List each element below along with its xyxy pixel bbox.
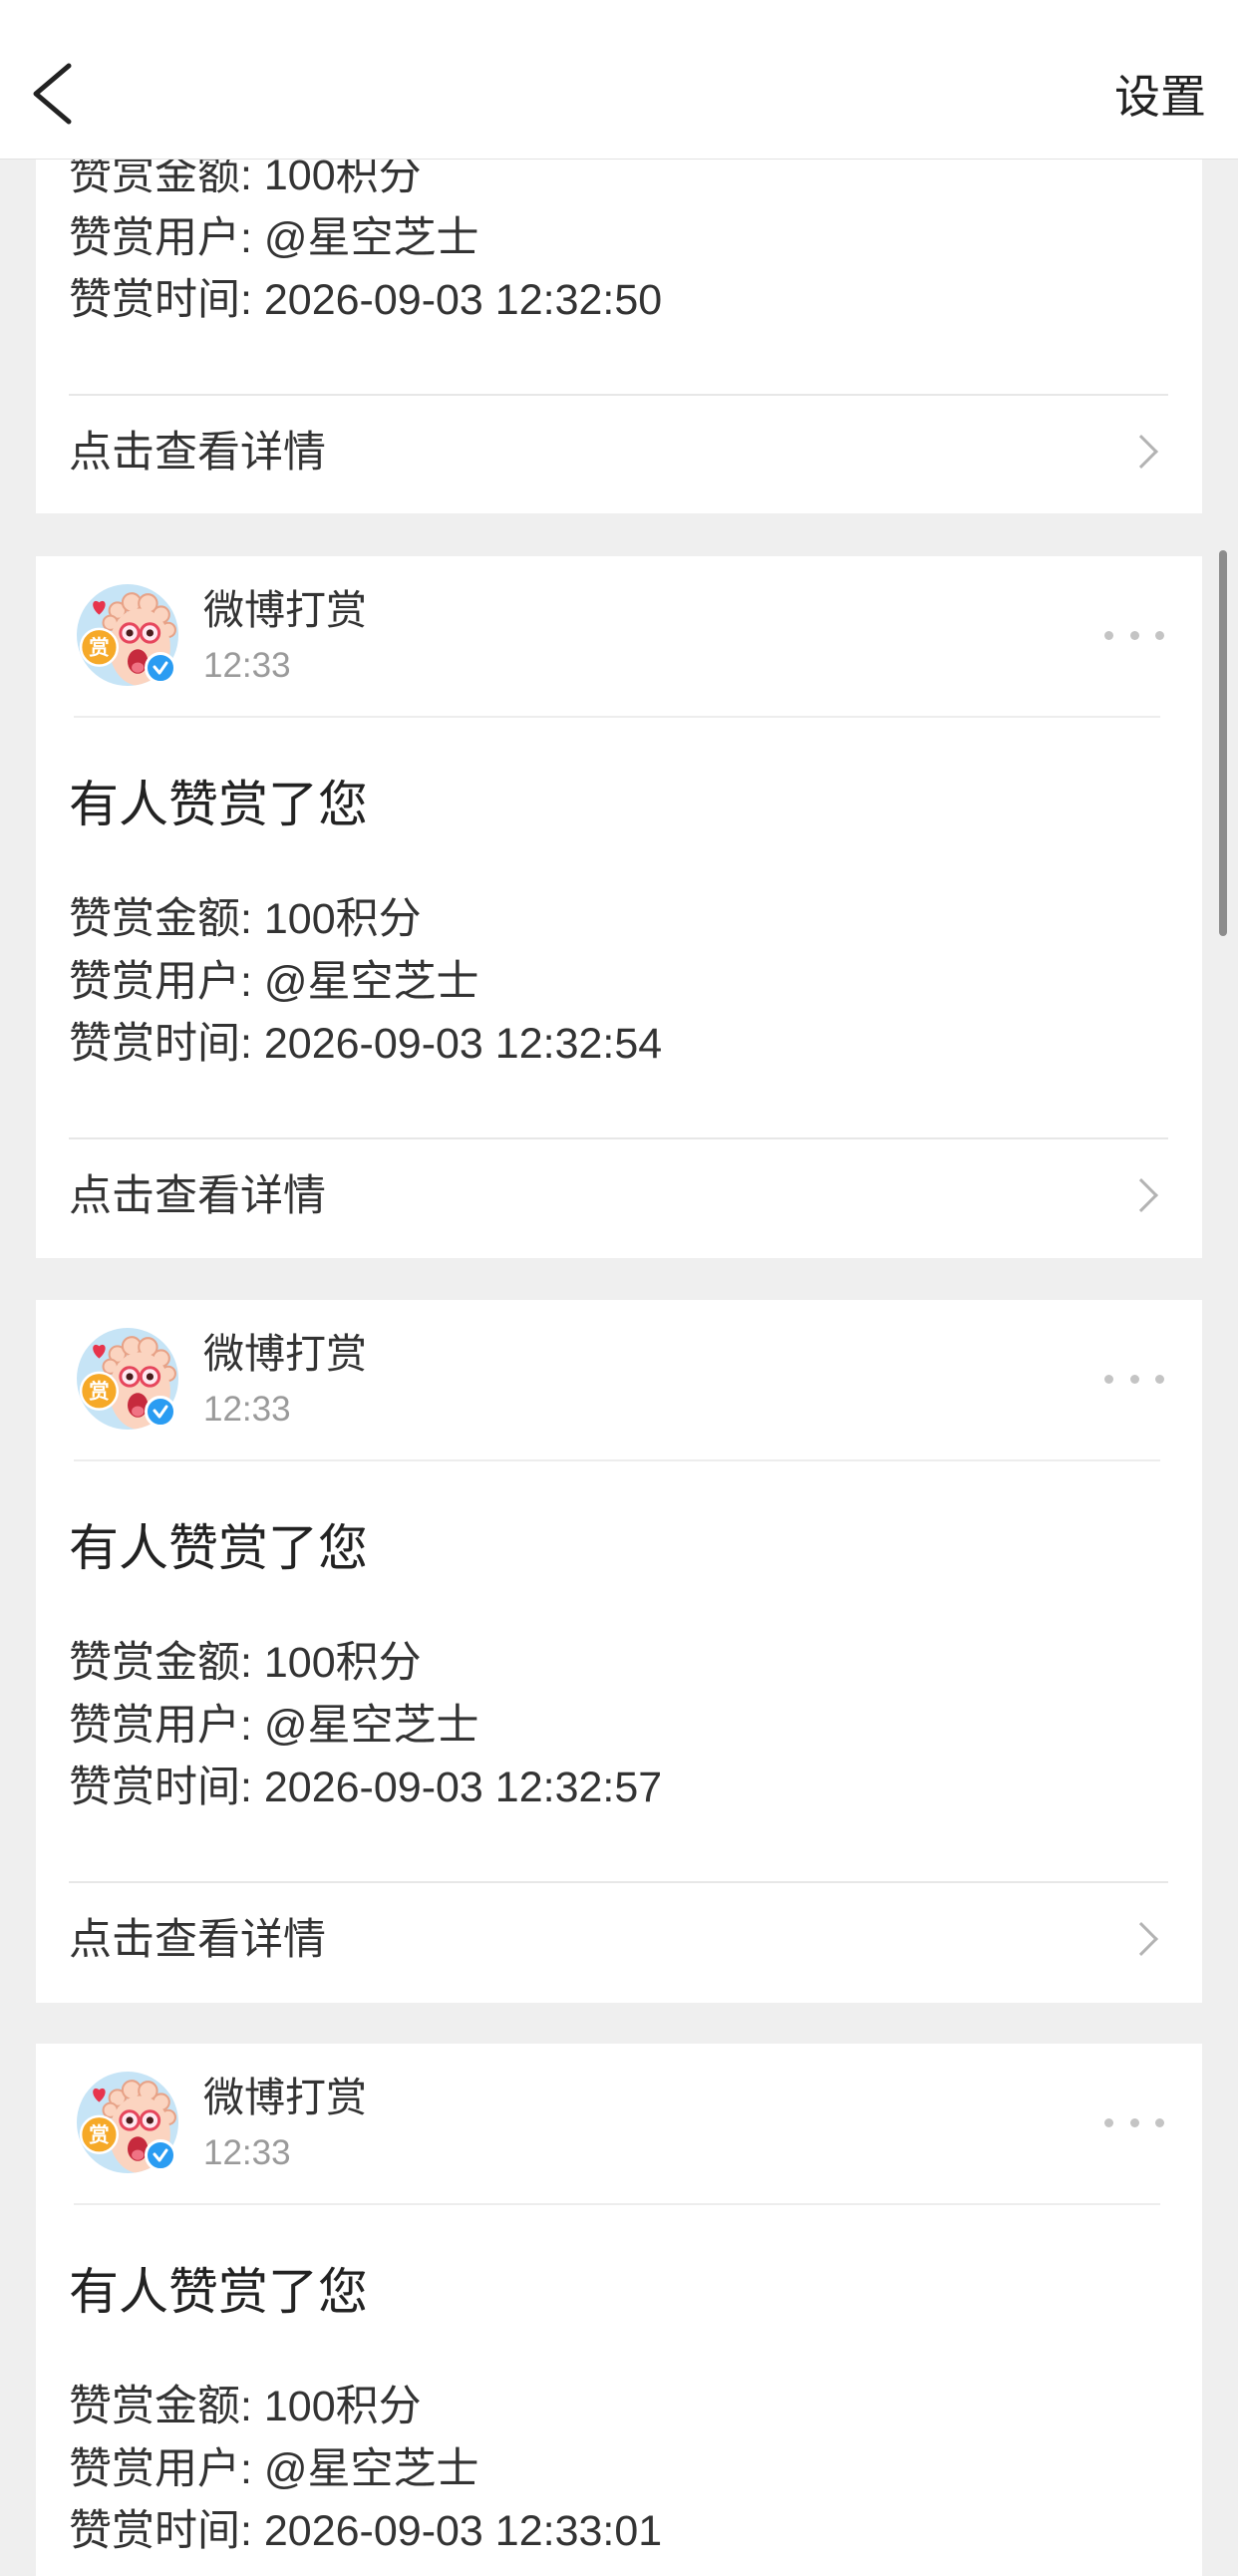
reward-amount: 赞赏金额: 100积分 xyxy=(69,2383,422,2430)
message-card: 赞赏金额: 100积分 赞赏用户: @星空芝士 赞赏时间: 2026-09-03… xyxy=(36,160,1202,513)
message-time: 12:33 xyxy=(203,2133,291,2172)
sender-row: 赏 微博打赏 12:33 xyxy=(36,556,1202,716)
view-details-row[interactable]: 点击查看详情 xyxy=(36,396,1202,513)
message-card: 赏 微博打赏 12:33 有人赞赏了您 赞赏金额: 100积分 赞赏用户: @星… xyxy=(36,1300,1202,2003)
message-time: 12:33 xyxy=(203,646,291,685)
reward-amount: 赞赏金额: 100积分 xyxy=(69,1639,422,1687)
view-details-label: 点击查看详情 xyxy=(69,1172,326,1220)
verified-icon xyxy=(145,2139,176,2171)
reward-user: 赞赏用户: @星空芝士 xyxy=(69,2445,479,2493)
reward-user: 赞赏用户: @星空芝士 xyxy=(69,1702,479,1750)
nav-bar: 设置 xyxy=(0,0,1238,160)
sender-name[interactable]: 微博打赏 xyxy=(203,2070,367,2125)
message-time: 12:33 xyxy=(203,1390,291,1429)
verified-icon xyxy=(145,652,176,684)
divider xyxy=(74,2203,1160,2205)
reward-user: 赞赏用户: @星空芝士 xyxy=(69,214,479,262)
reward-badge-label: 赏 xyxy=(89,635,109,659)
reward-badge-label: 赏 xyxy=(89,1379,109,1403)
more-dots-icon[interactable] xyxy=(1104,2116,1164,2129)
reward-time: 赞赏时间: 2026-09-03 12:33:01 xyxy=(69,2507,663,2555)
chevron-right-icon xyxy=(1124,1922,1158,1956)
reward-amount: 赞赏金额: 100积分 xyxy=(69,895,422,943)
sender-row: 赏 微博打赏 12:33 xyxy=(36,1300,1202,1459)
chevron-right-icon xyxy=(1124,1178,1158,1212)
divider xyxy=(74,1459,1160,1461)
reward-user: 赞赏用户: @星空芝士 xyxy=(69,958,479,1006)
message-title: 有人赞赏了您 xyxy=(69,777,368,832)
scrollbar-thumb[interactable] xyxy=(1219,550,1227,936)
message-card: 赏 微博打赏 12:33 有人赞赏了您 赞赏金额: 100积分 赞赏用户: @星… xyxy=(36,556,1202,1258)
sender-name[interactable]: 微博打赏 xyxy=(203,1326,367,1382)
back-button[interactable] xyxy=(30,60,75,128)
more-dots-icon[interactable] xyxy=(1104,1373,1164,1386)
sender-row: 赏 微博打赏 12:33 xyxy=(36,2044,1202,2203)
reward-badge-label: 赏 xyxy=(89,2122,109,2146)
more-dots-icon[interactable] xyxy=(1104,629,1164,642)
reward-amount: 赞赏金额: 100积分 xyxy=(69,160,422,199)
verified-icon xyxy=(145,1396,176,1428)
reward-time: 赞赏时间: 2026-09-03 12:32:50 xyxy=(69,276,663,324)
reward-time: 赞赏时间: 2026-09-03 12:32:54 xyxy=(69,1020,663,1068)
view-details-label: 点击查看详情 xyxy=(69,1916,326,1964)
view-details-label: 点击查看详情 xyxy=(69,429,326,477)
message-card: 赏 微博打赏 12:33 有人赞赏了您 赞赏金额: 100积分 赞赏用户: @星… xyxy=(36,2044,1202,2576)
sender-name[interactable]: 微博打赏 xyxy=(203,582,367,638)
chevron-right-icon xyxy=(1124,435,1158,469)
view-details-row[interactable]: 点击查看详情 xyxy=(36,1883,1202,2001)
divider xyxy=(74,716,1160,718)
view-details-row[interactable]: 点击查看详情 xyxy=(36,1139,1202,1257)
message-title: 有人赞赏了您 xyxy=(69,2264,368,2320)
settings-button[interactable]: 设置 xyxy=(1114,67,1206,127)
message-title: 有人赞赏了您 xyxy=(69,1520,368,1576)
chevron-left-icon xyxy=(33,63,72,125)
reward-time: 赞赏时间: 2026-09-03 12:32:57 xyxy=(69,1764,663,1811)
